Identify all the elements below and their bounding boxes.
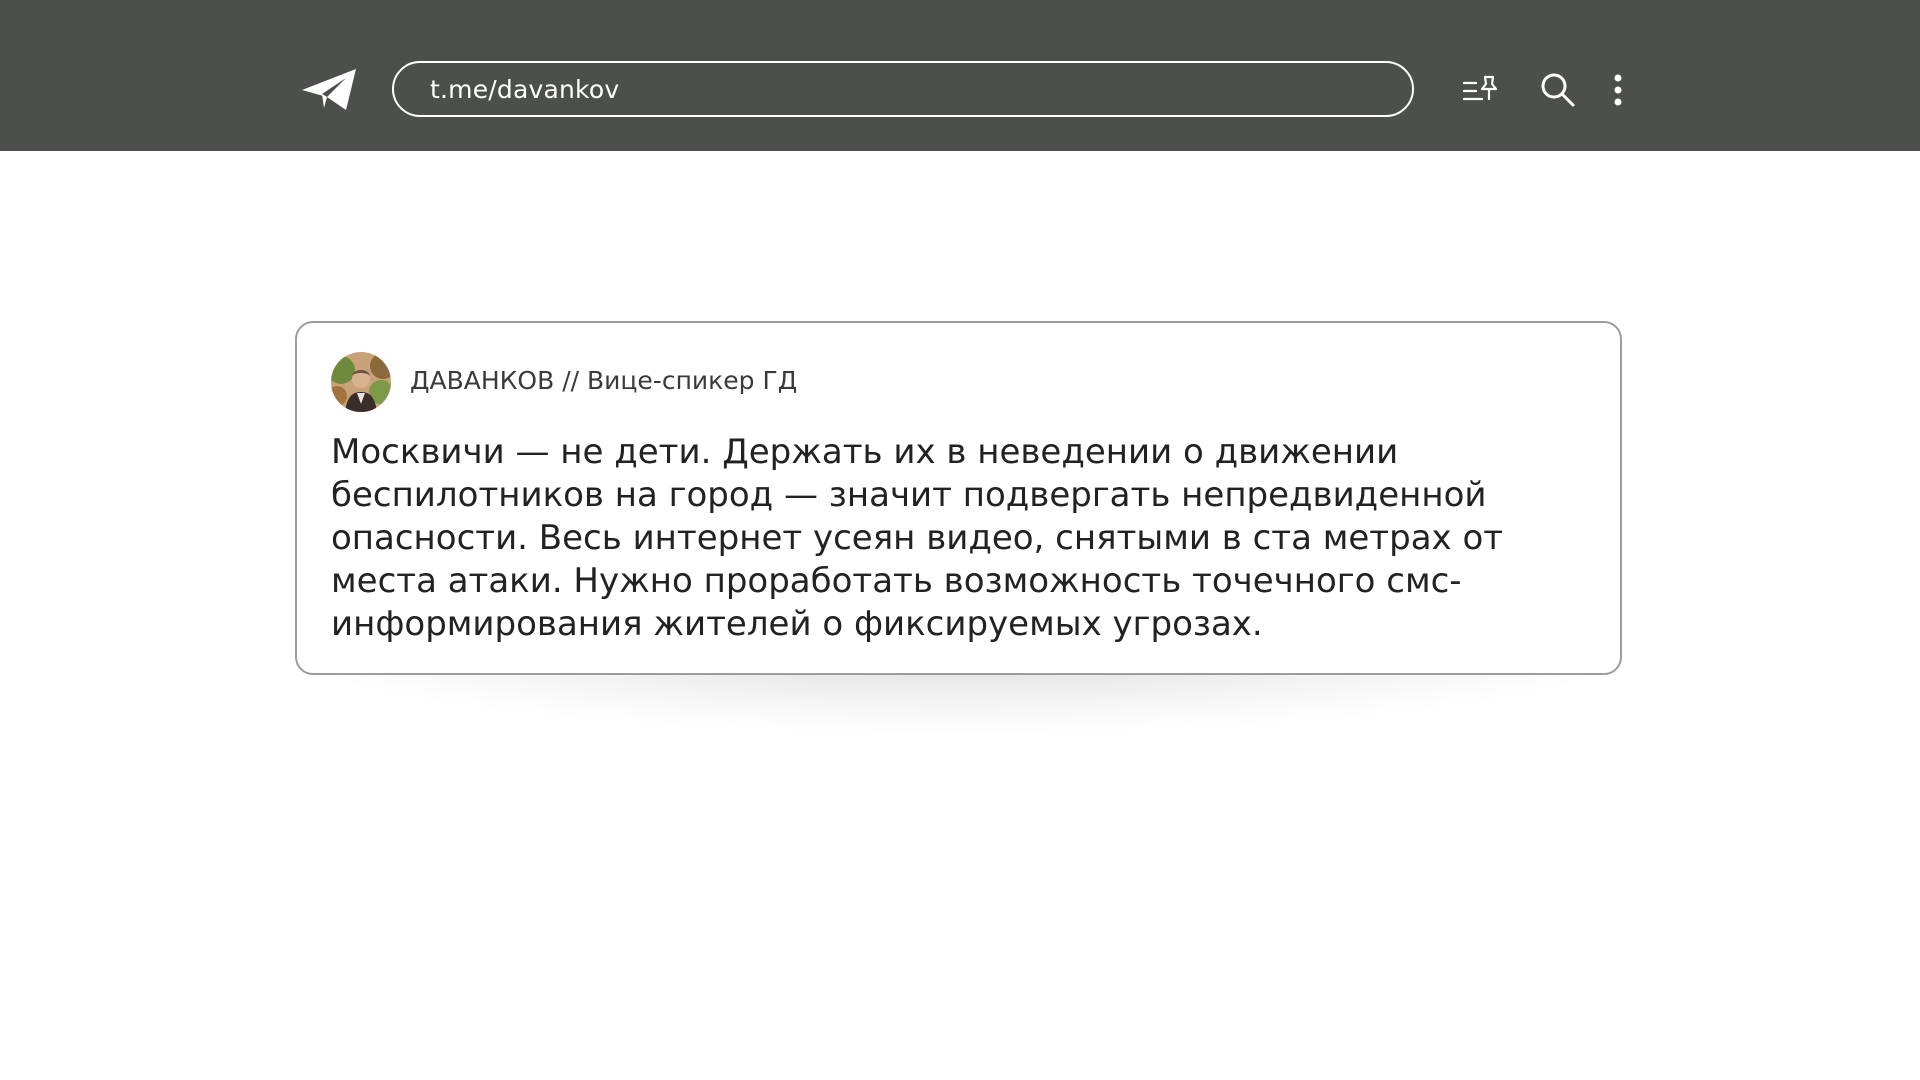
- top-bar: t.me/davankov: [0, 0, 1920, 151]
- post-text: Москвичи — не дети. Держать их в неведен…: [331, 432, 1504, 644]
- channel-name[interactable]: ДАВАНКОВ // Вице-спикер ГД: [410, 366, 797, 395]
- kebab-menu-icon[interactable]: [1606, 70, 1630, 110]
- pinned-list-icon[interactable]: [1460, 70, 1504, 110]
- avatar[interactable]: [331, 352, 391, 412]
- search-icon[interactable]: [1538, 70, 1578, 110]
- post-card: ДАВАНКОВ // Вице-спикер ГД Москвичи — не…: [295, 321, 1622, 675]
- telegram-logo-icon[interactable]: [300, 66, 360, 116]
- url-field[interactable]: t.me/davankov: [392, 61, 1414, 117]
- url-text: t.me/davankov: [430, 74, 620, 104]
